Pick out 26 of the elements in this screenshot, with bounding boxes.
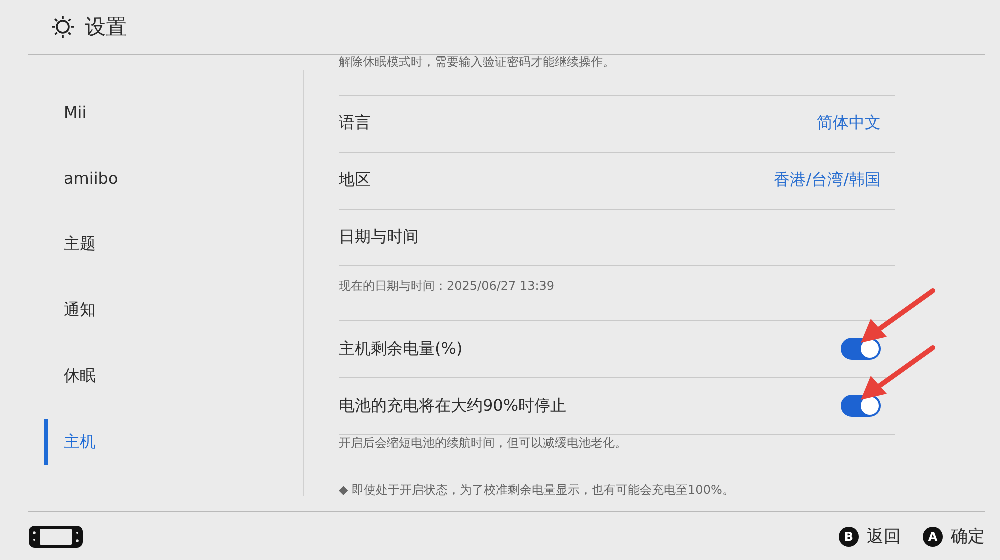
console-icon [28,524,84,548]
controller-button-icon: A [923,526,943,546]
sidebar-item[interactable]: 主机 [0,409,303,475]
controller-button-icon: B [839,526,859,546]
footer-action[interactable]: 确定 [951,525,985,548]
footer-action[interactable]: 返回 [867,525,901,548]
setting-value[interactable]: 简体中文 [817,113,881,134]
setting-value[interactable]: 香港/台湾/韩国 [774,170,881,192]
description-text: 开启后会缩短电池的续航时间，但可以减缓电池老化。 [339,434,895,478]
setting-label: 语言 [339,113,371,134]
settings-icon [51,15,75,39]
description-text: 解除休眠模式时，需要输入验证密码才能继续操作。 [339,55,616,72]
setting-label: 地区 [339,170,371,192]
page-title: 设置 [85,14,127,41]
sidebar-item[interactable]: Mii [0,79,303,145]
sidebar-item[interactable]: amiibo [0,145,303,211]
toggle-switch[interactable] [841,338,881,360]
sidebar-item[interactable]: 通知 [0,277,303,343]
setting-label: 主机剩余电量(%) [339,338,463,360]
description-text: 现在的日期与时间：2025/06/27 13:39 [339,265,895,320]
toggle-switch[interactable] [841,395,881,418]
setting-label: 日期与时间 [339,226,419,248]
sidebar-item[interactable]: 休眠 [0,343,303,409]
sidebar-item[interactable]: 主题 [0,211,303,277]
description-text: ◆ 即使处于开启状态，为了校准剩余电量显示，也有可能会充电至100%。 [339,482,736,499]
setting-label: 电池的充电将在大约90%时停止 [339,396,567,417]
